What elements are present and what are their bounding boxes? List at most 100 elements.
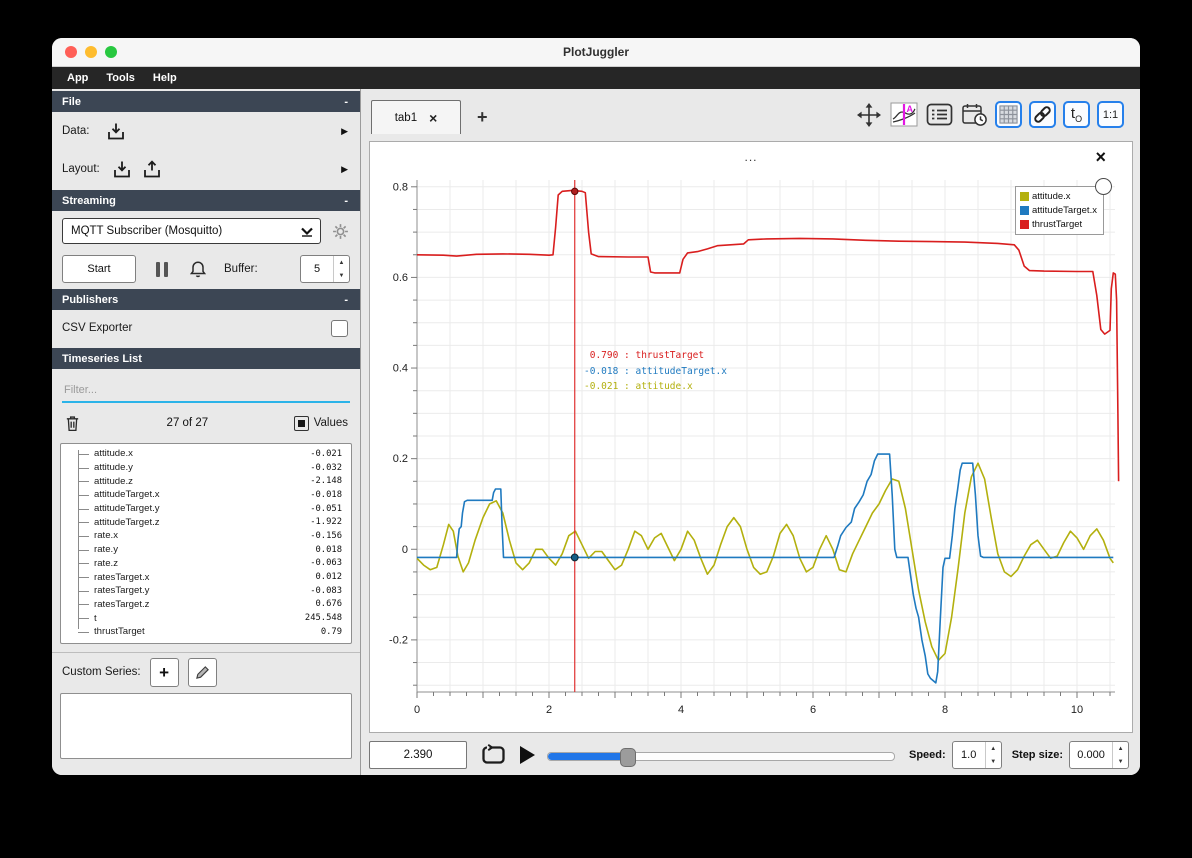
speed-spinbox[interactable]: 1.0 ▲ ▼ bbox=[951, 741, 1002, 769]
timeseries-row[interactable]: attitude.y -0.032 bbox=[61, 461, 351, 475]
timeseries-row[interactable]: rate.z -0.063 bbox=[61, 557, 351, 571]
timeseries-row[interactable]: attitude.z -2.148 bbox=[61, 474, 351, 488]
timeseries-row[interactable]: rate.y 0.018 bbox=[61, 543, 351, 557]
timeseries-name: t bbox=[94, 612, 97, 624]
tab-close-icon[interactable]: × bbox=[429, 111, 437, 125]
play-button[interactable] bbox=[520, 746, 535, 764]
layout-expand-arrow[interactable]: ▶ bbox=[341, 164, 348, 175]
timeseries-value: 245.548 bbox=[304, 613, 342, 624]
loop-icon[interactable] bbox=[480, 744, 507, 766]
grid-layout-icon[interactable] bbox=[995, 101, 1022, 128]
add-custom-series-button[interactable]: + bbox=[149, 657, 179, 687]
load-data-icon[interactable] bbox=[106, 122, 126, 141]
timeseries-row[interactable]: thrustTarget 0.79 bbox=[61, 625, 351, 639]
timeseries-name: rate.z bbox=[94, 557, 118, 569]
timeseries-row[interactable]: ratesTarget.z 0.676 bbox=[61, 598, 351, 612]
ratio-1-1-icon[interactable]: 1:1 bbox=[1097, 101, 1124, 128]
menu-item-help[interactable]: Help bbox=[144, 72, 186, 84]
legend-swatch bbox=[1020, 220, 1029, 229]
spin-arrows[interactable]: ▲ ▼ bbox=[984, 742, 1001, 768]
collapse-indicator: - bbox=[344, 293, 348, 306]
timeseries-row[interactable]: attitudeTarget.x -0.018 bbox=[61, 488, 351, 502]
window-title: PlotJuggler bbox=[562, 45, 629, 59]
slider-thumb[interactable] bbox=[620, 748, 637, 767]
trace-style-icon[interactable]: A bbox=[890, 101, 918, 128]
svg-text:10: 10 bbox=[1071, 704, 1083, 716]
step-size-label: Step size: bbox=[1011, 749, 1064, 761]
timeseries-row[interactable]: attitudeTarget.y -0.051 bbox=[61, 502, 351, 516]
timeseries-name: attitude.z bbox=[94, 475, 133, 487]
collapse-indicator: - bbox=[344, 194, 348, 207]
timeseries-row[interactable]: attitude.x -0.021 bbox=[61, 447, 351, 461]
spin-arrows[interactable]: ▲ ▼ bbox=[1112, 742, 1128, 768]
data-expand-arrow[interactable]: ▶ bbox=[341, 126, 348, 137]
tab-tab1[interactable]: tab1 × bbox=[371, 100, 461, 134]
timeseries-value: -0.021 bbox=[310, 448, 342, 459]
main-content: File - Data: ▶ Layout: ▶ Streaming - MQT… bbox=[52, 89, 1140, 775]
timeseries-value: -0.083 bbox=[310, 585, 342, 596]
publishers-section-header[interactable]: Publishers - bbox=[52, 289, 360, 310]
datetime-icon[interactable] bbox=[960, 101, 988, 128]
pan-zoom-icon[interactable] bbox=[855, 101, 883, 128]
zoom-window-button[interactable] bbox=[105, 46, 117, 58]
link-axes-icon[interactable] bbox=[1029, 101, 1056, 128]
plot-area: tab1 × + A tO 1:1 ... × 0 2 4 6 8 10 -0.… bbox=[361, 89, 1140, 775]
streaming-plugin-select[interactable]: MQTT Subscriber (Mosquitto) bbox=[62, 218, 321, 244]
pause-icon[interactable] bbox=[156, 261, 168, 277]
legend-list-icon[interactable] bbox=[925, 101, 953, 128]
time-offset-icon[interactable]: tO bbox=[1063, 101, 1090, 128]
timeseries-row[interactable]: t 245.548 bbox=[61, 611, 351, 625]
cursor-tooltip: 0.790 : thrustTarget -0.018 : attitudeTar… bbox=[584, 348, 727, 395]
save-layout-icon[interactable] bbox=[142, 159, 162, 179]
timeseries-value: -0.032 bbox=[310, 462, 342, 473]
playback-time-field[interactable]: 2.390 bbox=[369, 741, 467, 769]
publishers-section-title: Publishers bbox=[62, 293, 119, 306]
streaming-settings-gear-icon[interactable] bbox=[331, 222, 350, 241]
load-layout-icon[interactable] bbox=[112, 160, 132, 179]
timeseries-value: -2.148 bbox=[310, 476, 342, 487]
svg-text:0.8: 0.8 bbox=[393, 181, 408, 193]
buffer-spinbox[interactable]: 5 ▲ ▼ bbox=[300, 255, 350, 283]
legend-swatch bbox=[1020, 206, 1029, 215]
notifications-bell-icon[interactable] bbox=[188, 259, 208, 280]
timeseries-row[interactable]: ratesTarget.x 0.012 bbox=[61, 570, 351, 584]
streaming-section-header[interactable]: Streaming - bbox=[52, 190, 360, 211]
minimize-window-button[interactable] bbox=[85, 46, 97, 58]
streaming-plugin-selected: MQTT Subscriber (Mosquitto) bbox=[71, 225, 223, 237]
layout-row: Layout: ▶ bbox=[52, 150, 360, 188]
menu-item-app[interactable]: App bbox=[58, 72, 97, 84]
trash-icon[interactable] bbox=[64, 414, 81, 433]
plot-legend[interactable]: attitude.x attitudeTarget.x thrustTarget bbox=[1015, 178, 1112, 235]
values-checkbox[interactable] bbox=[293, 415, 309, 431]
legend-item-attitudeTarget.x[interactable]: attitudeTarget.x bbox=[1020, 205, 1097, 216]
timeseries-row[interactable]: rate.x -0.156 bbox=[61, 529, 351, 543]
timeseries-list[interactable]: attitude.x -0.021 attitude.y -0.032 attitude… bbox=[60, 443, 352, 644]
timeseries-row[interactable]: ratesTarget.y -0.083 bbox=[61, 584, 351, 598]
edit-custom-series-button[interactable] bbox=[187, 657, 217, 687]
legend-handle[interactable] bbox=[1094, 178, 1112, 195]
timeseries-filter-input[interactable]: Filter... bbox=[62, 379, 350, 403]
sidebar: File - Data: ▶ Layout: ▶ Streaming - MQT… bbox=[52, 89, 361, 775]
plot-panel[interactable]: ... × 0 2 4 6 8 10 -0.2 0 0.2 0.4 0.6 0.8 attitude.… bbox=[369, 141, 1133, 733]
timeseries-name: thrustTarget bbox=[94, 626, 145, 638]
playback-slider[interactable] bbox=[547, 742, 895, 768]
slider-fill bbox=[548, 753, 629, 760]
close-window-button[interactable] bbox=[65, 46, 77, 58]
legend-item-attitude.x[interactable]: attitude.x bbox=[1020, 191, 1097, 202]
file-section-header[interactable]: File - bbox=[52, 91, 360, 112]
spin-arrows[interactable]: ▲ ▼ bbox=[333, 256, 349, 282]
timeseries-row[interactable]: attitudeTarget.z -1.922 bbox=[61, 515, 351, 529]
data-row: Data: ▶ bbox=[52, 112, 360, 150]
timeseries-name: ratesTarget.x bbox=[94, 571, 150, 583]
timeseries-value: 0.018 bbox=[315, 544, 342, 555]
tab-bar: tab1 × + A tO 1:1 bbox=[361, 89, 1140, 134]
svg-text:-0.2: -0.2 bbox=[389, 634, 408, 646]
new-tab-button[interactable]: + bbox=[477, 107, 488, 128]
timeseries-section-header[interactable]: Timeseries List bbox=[52, 348, 360, 369]
start-button[interactable]: Start bbox=[62, 255, 136, 283]
menu-item-tools[interactable]: Tools bbox=[97, 72, 144, 84]
custom-series-list[interactable] bbox=[60, 693, 352, 759]
csv-exporter-checkbox[interactable] bbox=[331, 319, 348, 337]
step-size-spinbox[interactable]: 0.000 ▲ ▼ bbox=[1069, 741, 1130, 769]
legend-item-thrustTarget[interactable]: thrustTarget bbox=[1020, 219, 1097, 230]
